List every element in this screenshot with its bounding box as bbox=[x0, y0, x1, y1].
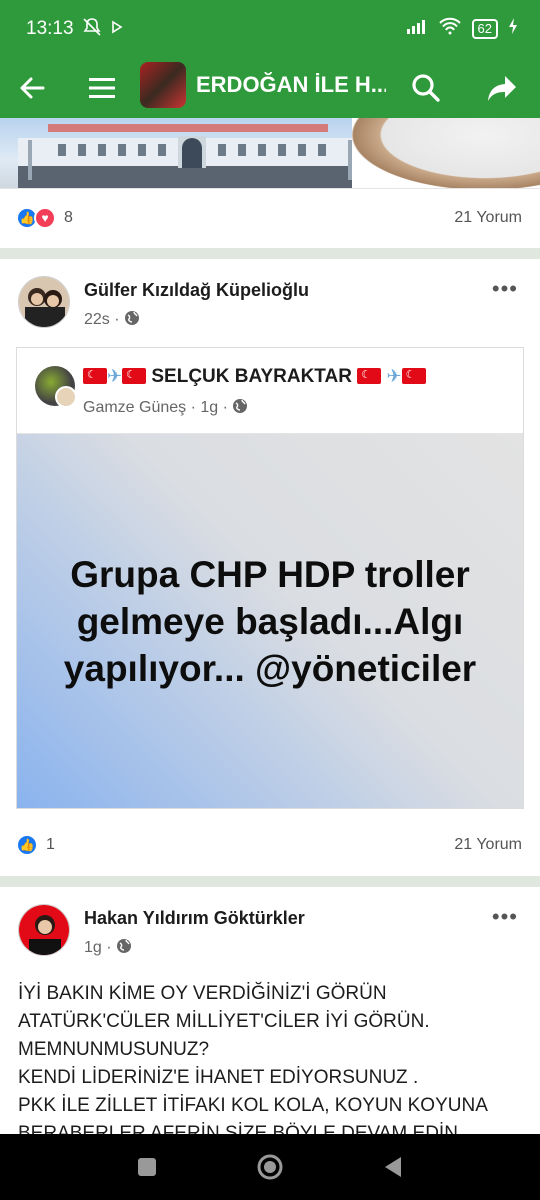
turkey-flag-icon bbox=[83, 368, 107, 384]
author-avatar[interactable] bbox=[18, 904, 70, 956]
charging-icon bbox=[508, 17, 518, 40]
status-bar: 13:13 62 bbox=[0, 0, 540, 58]
search-icon[interactable] bbox=[408, 70, 444, 106]
globe-icon bbox=[124, 311, 140, 328]
shared-post-meta: Gamze Güneş · 1g · bbox=[83, 398, 248, 417]
globe-icon bbox=[232, 399, 248, 416]
reaction-count: 1 bbox=[46, 836, 55, 853]
app-bar: ERDOĞAN İLE H... bbox=[0, 58, 540, 118]
shared-post-header: ✈ SELÇUK BAYRAKTAR ✈ Gamze Güneş · 1g · bbox=[17, 348, 523, 434]
shared-post-background-text[interactable]: Grupa CHP HDP troller gelmeye başladı...… bbox=[17, 434, 523, 808]
author-avatar[interactable] bbox=[18, 276, 70, 328]
airplane-icon: ✈ bbox=[386, 366, 402, 386]
shared-page-name[interactable]: ✈ SELÇUK BAYRAKTAR ✈ bbox=[83, 366, 426, 388]
battery-indicator: 62 bbox=[471, 18, 498, 39]
post-separator bbox=[0, 248, 540, 259]
comments-count[interactable]: 21 Yorum bbox=[454, 209, 522, 227]
man-portrait-image bbox=[352, 118, 540, 188]
back-arrow-icon[interactable] bbox=[14, 70, 50, 106]
post-time[interactable]: 1g bbox=[84, 939, 102, 956]
turkey-flag-icon bbox=[122, 368, 147, 384]
hamburger-menu-icon[interactable] bbox=[84, 70, 120, 106]
author-small-avatar bbox=[55, 386, 77, 408]
mute-icon bbox=[82, 17, 102, 42]
wifi-icon bbox=[438, 17, 462, 40]
post-time[interactable]: 22s bbox=[84, 311, 110, 328]
more-options-icon[interactable]: ••• bbox=[492, 276, 518, 302]
group-avatar[interactable] bbox=[140, 62, 186, 108]
post-image-mosque[interactable] bbox=[0, 118, 540, 188]
like-reaction-icon: 👍 bbox=[16, 834, 38, 856]
page-title[interactable]: ERDOĞAN İLE H... bbox=[196, 72, 386, 98]
shared-post-text: Grupa CHP HDP troller gelmeye başladı...… bbox=[63, 553, 477, 689]
turkey-flag-icon bbox=[401, 368, 426, 384]
recents-icon[interactable] bbox=[132, 1152, 162, 1182]
post-footer: 👍 ♥ 8 21 Yorum bbox=[0, 188, 540, 248]
signal-icon bbox=[406, 18, 428, 39]
globe-icon bbox=[116, 939, 132, 956]
shared-time[interactable]: 1g bbox=[200, 399, 218, 416]
post-meta: 1g · bbox=[84, 938, 132, 957]
post-header: Gülfer Kızıldağ Küpelioğlu 22s · ••• bbox=[0, 262, 540, 342]
post-meta: 22s · bbox=[84, 310, 140, 329]
system-navigation-bar bbox=[0, 1134, 540, 1200]
turkey-flag-icon bbox=[357, 368, 382, 384]
author-name[interactable]: Hakan Yıldırım Göktürkler bbox=[84, 908, 305, 929]
shared-post-card[interactable]: ✈ SELÇUK BAYRAKTAR ✈ Gamze Güneş · 1g · … bbox=[16, 347, 524, 809]
post-separator bbox=[0, 876, 540, 887]
comments-count[interactable]: 21 Yorum bbox=[454, 836, 522, 854]
shared-author[interactable]: Gamze Güneş bbox=[83, 399, 186, 416]
post-footer: 👍 1 21 Yorum bbox=[0, 816, 540, 876]
airplane-icon: ✈ bbox=[107, 366, 123, 386]
play-icon bbox=[110, 17, 124, 42]
back-icon[interactable] bbox=[378, 1152, 408, 1182]
reactions-summary[interactable]: 👍 ♥ 8 bbox=[16, 207, 73, 229]
share-icon[interactable] bbox=[484, 70, 520, 106]
status-time: 13:13 bbox=[26, 18, 74, 39]
more-options-icon[interactable]: ••• bbox=[492, 904, 518, 930]
home-icon[interactable] bbox=[255, 1152, 285, 1182]
post-body-text[interactable]: İYİ BAKIN KİME OY VERDİĞİNİZ'İ GÖRÜN ATA… bbox=[18, 980, 528, 1148]
love-reaction-icon: ♥ bbox=[34, 207, 56, 229]
reaction-count: 8 bbox=[64, 209, 73, 226]
post-header: Hakan Yıldırım Göktürkler 1g · ••• bbox=[0, 890, 540, 970]
reactions-summary[interactable]: 👍 1 bbox=[16, 834, 55, 856]
author-name[interactable]: Gülfer Kızıldağ Küpelioğlu bbox=[84, 280, 309, 301]
mosque-image bbox=[18, 124, 363, 188]
